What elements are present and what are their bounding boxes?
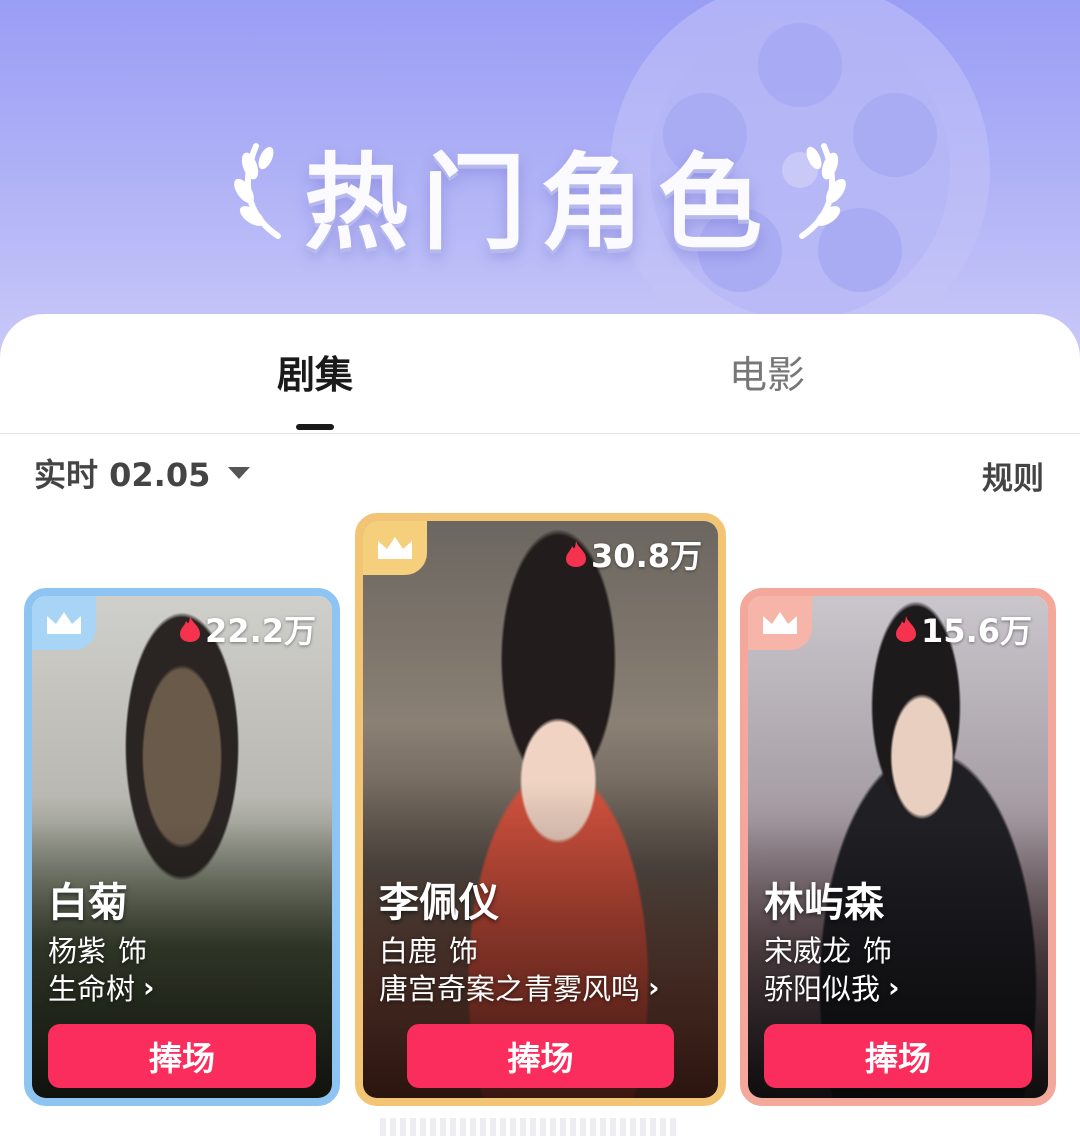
heat-count: 30.8万: [565, 531, 702, 577]
tab-movies[interactable]: 电影: [667, 344, 867, 399]
actor-suffix: 饰: [449, 934, 479, 968]
character-name: 李佩仪: [379, 880, 499, 926]
character-card[interactable]: 15.6万 林屿森 宋威龙 饰 骄阳似我 › 捧场: [740, 588, 1056, 1106]
actor-credit: 杨紫 饰: [48, 928, 147, 970]
cheer-button[interactable]: 捧场: [407, 1024, 674, 1088]
time-filter-label: 实时 02.05: [34, 456, 211, 494]
divider: [0, 433, 1080, 434]
character-card[interactable]: 22.2万 白菊 杨紫 饰 生命树 › 捧场: [24, 588, 340, 1106]
flame-icon: [896, 616, 917, 642]
character-card[interactable]: 30.8万 李佩仪 白鹿 饰 唐宫奇案之青雾风鸣 › 捧场: [355, 513, 726, 1106]
heat-value: 30.8万: [591, 537, 702, 575]
actor-name: 白鹿: [379, 934, 438, 968]
heat-count: 22.2万: [179, 606, 316, 652]
show-title: 骄阳似我: [764, 972, 881, 1006]
time-filter-dropdown[interactable]: 实时 02.05: [34, 453, 251, 494]
heat-value: 15.6万: [921, 612, 1032, 650]
heat-count: 15.6万: [895, 606, 1032, 652]
tab-series[interactable]: 剧集: [215, 344, 415, 399]
show-link[interactable]: 骄阳似我 ›: [764, 966, 900, 1008]
show-link[interactable]: 生命树 ›: [48, 966, 155, 1008]
actor-suffix: 饰: [118, 934, 148, 968]
flame-icon: [180, 616, 201, 642]
crown-icon: [378, 537, 412, 559]
chevron-right-icon: ›: [143, 970, 155, 1004]
rank-badge: [32, 596, 96, 650]
active-tab-indicator: [296, 424, 334, 430]
chevron-right-icon: ›: [648, 970, 660, 1004]
actor-name: 宋威龙: [764, 934, 852, 968]
laurel-icon: [799, 143, 846, 239]
character-name: 林屿森: [764, 880, 884, 926]
cheer-button[interactable]: 捧场: [48, 1024, 316, 1088]
chevron-right-icon: ›: [888, 970, 900, 1004]
cheer-button[interactable]: 捧场: [764, 1024, 1032, 1088]
crown-icon: [763, 612, 797, 634]
character-name: 白菊: [48, 880, 128, 926]
rules-link[interactable]: 规则: [982, 453, 1044, 498]
flame-icon: [566, 541, 587, 567]
header-banner: 热门角色: [0, 0, 1080, 360]
caret-down-icon: [228, 467, 251, 479]
actor-suffix: 饰: [863, 934, 893, 968]
heat-value: 22.2万: [205, 612, 316, 650]
page-title: 热门角色: [303, 142, 776, 264]
actor-credit: 宋威龙 饰: [764, 928, 892, 970]
scroll-edge: [380, 1118, 680, 1136]
show-title: 生命树: [48, 972, 136, 1006]
show-link[interactable]: 唐宫奇案之青雾风鸣 ›: [379, 966, 660, 1008]
show-title: 唐宫奇案之青雾风鸣: [379, 972, 641, 1006]
actor-name: 杨紫: [48, 934, 107, 968]
rank-badge: [363, 521, 427, 575]
crown-icon: [47, 612, 81, 634]
rank-badge: [748, 596, 812, 650]
actor-credit: 白鹿 饰: [379, 928, 478, 970]
